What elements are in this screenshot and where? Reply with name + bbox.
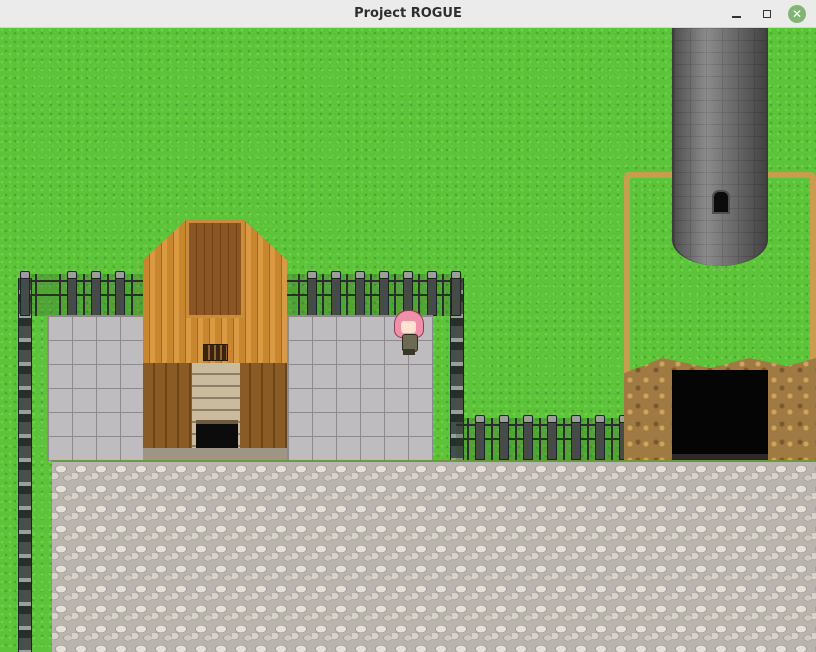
close-icon[interactable]: ✕ <box>788 5 806 23</box>
character-legs <box>403 349 415 355</box>
house-steps <box>143 448 287 460</box>
fence-post <box>20 271 30 316</box>
fence-post <box>547 415 557 460</box>
house-window <box>203 344 228 361</box>
fence-post <box>595 415 605 460</box>
game-viewport[interactable] <box>0 28 816 652</box>
character-face <box>401 321 416 333</box>
fence-post <box>355 271 365 316</box>
iron-fence-top-left <box>24 274 144 316</box>
roof-hatch <box>186 220 244 318</box>
fence-post <box>331 271 341 316</box>
stone-paving-left <box>47 315 145 461</box>
cobblestone-road <box>52 460 816 652</box>
cave-entrance[interactable] <box>672 370 768 460</box>
stone-tower <box>672 28 768 266</box>
minimize-icon[interactable] <box>727 5 745 23</box>
maximize-icon[interactable] <box>758 5 776 23</box>
tower-window <box>712 190 730 214</box>
fence-post <box>571 415 581 460</box>
fence-post <box>307 271 317 316</box>
window-title: Project ROGUE <box>354 6 462 21</box>
fence-post <box>451 271 461 316</box>
fence-post <box>91 271 101 316</box>
window-titlebar[interactable]: Project ROGUE ✕ <box>0 0 816 28</box>
fence-post <box>379 271 389 316</box>
player-character[interactable] <box>392 310 426 356</box>
fence-left-vertical <box>18 278 32 652</box>
fence-post <box>427 271 437 316</box>
fence-post <box>475 415 485 460</box>
fence-post <box>499 415 509 460</box>
fence-post <box>67 271 77 316</box>
fence-post <box>115 271 125 316</box>
fence-post <box>523 415 533 460</box>
